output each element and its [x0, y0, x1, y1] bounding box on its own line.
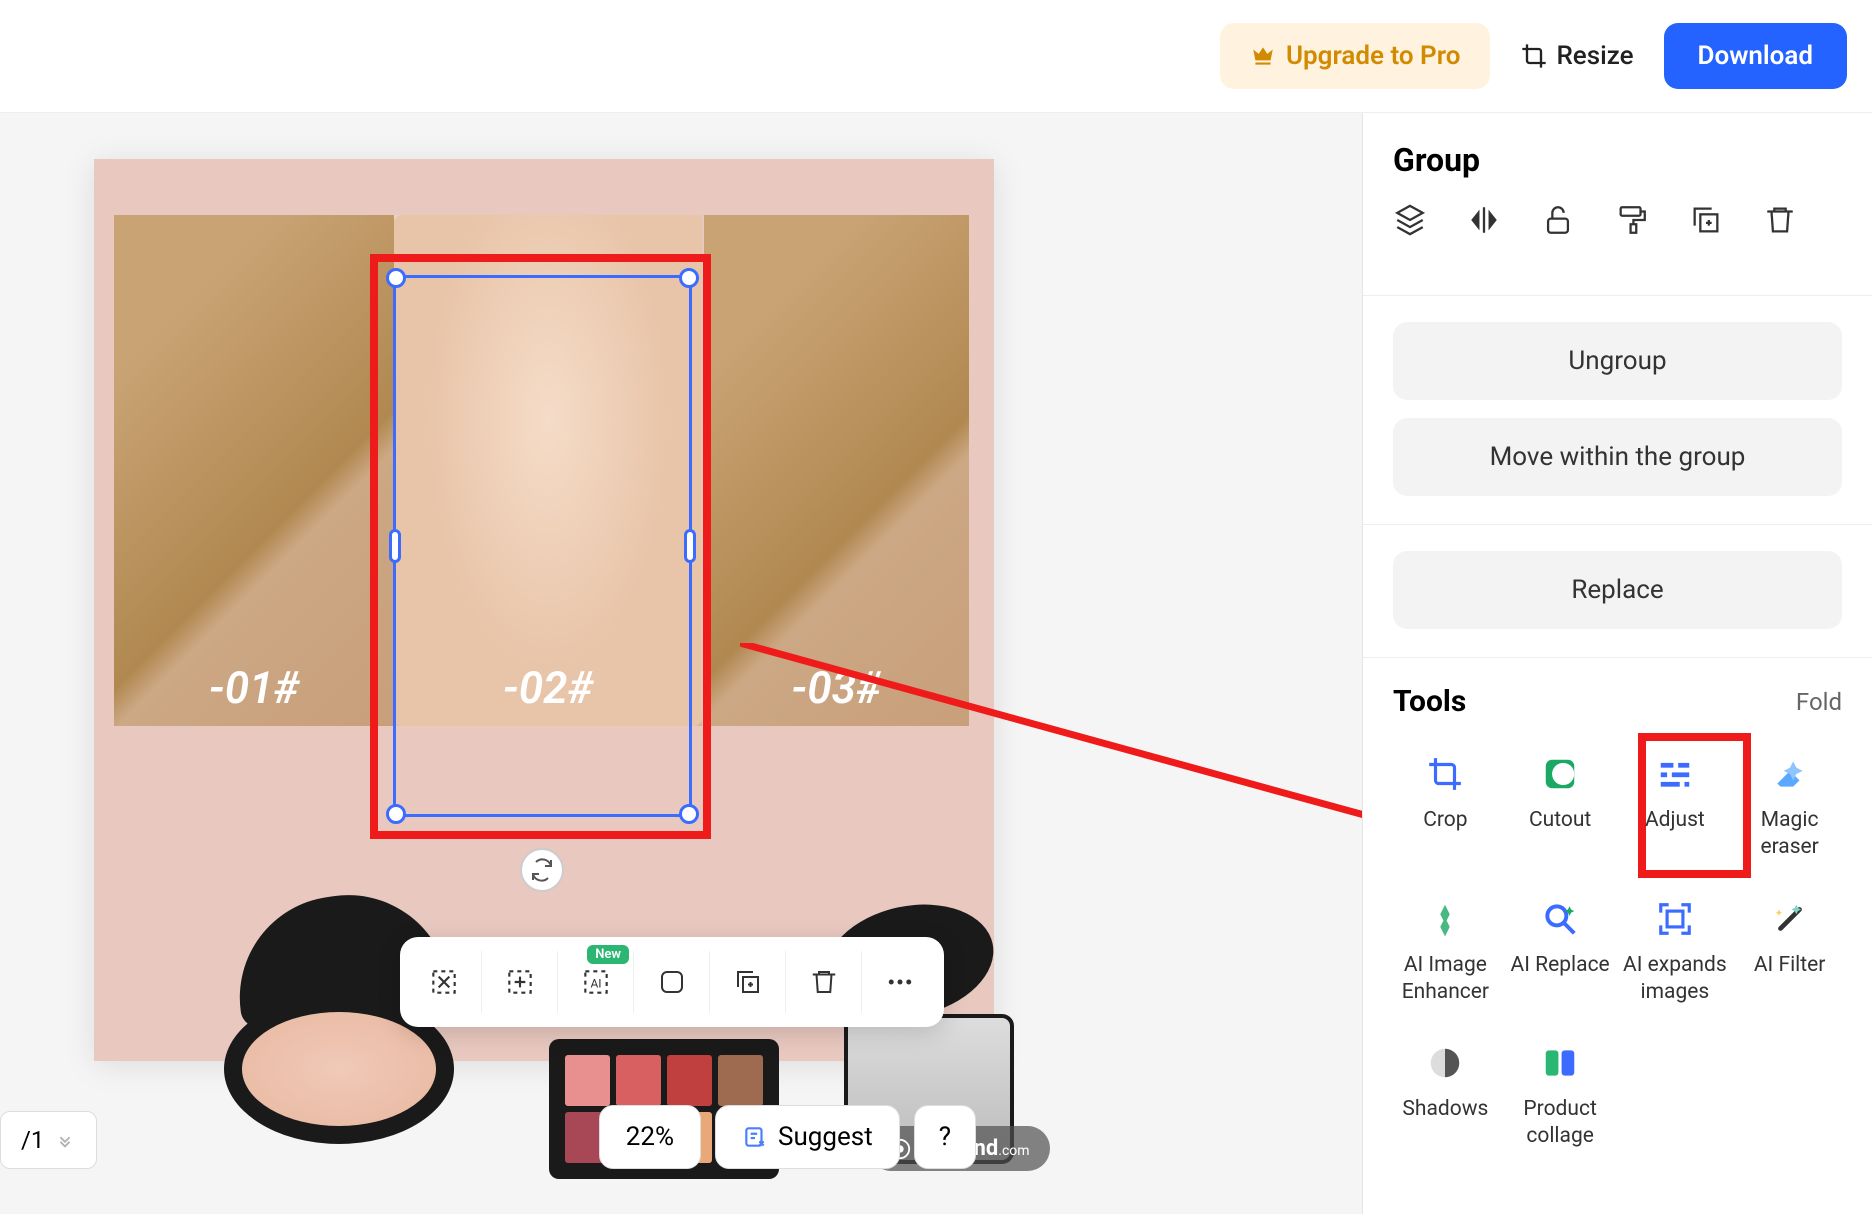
- tool-product-collage[interactable]: Product collage: [1508, 1034, 1613, 1159]
- smart-fit-icon: [504, 966, 536, 998]
- replace-button[interactable]: Replace: [1393, 551, 1842, 629]
- copy-icon: [1689, 203, 1723, 237]
- help-button[interactable]: ?: [914, 1105, 976, 1169]
- tool-label: AI Filter: [1754, 952, 1826, 979]
- copy-button[interactable]: [1689, 203, 1723, 237]
- tool-ai-replace[interactable]: AI Replace: [1508, 890, 1613, 1015]
- photo-label-1: -01#: [209, 662, 299, 714]
- tool-label: Adjust: [1645, 807, 1705, 834]
- border-radius-button[interactable]: [634, 951, 710, 1013]
- svg-text:AI: AI: [590, 976, 601, 990]
- flip-icon: [1467, 203, 1501, 237]
- suggest-button[interactable]: Suggest: [715, 1105, 900, 1169]
- tool-crop[interactable]: Crop: [1393, 745, 1498, 870]
- fold-toggle[interactable]: Fold: [1796, 688, 1842, 716]
- rotate-icon: [530, 858, 554, 882]
- tools-title: Tools: [1393, 684, 1466, 719]
- unlock-icon: [1541, 203, 1575, 237]
- more-icon: [885, 967, 915, 997]
- flip-button[interactable]: [1467, 203, 1501, 237]
- rotate-handle[interactable]: [520, 848, 564, 892]
- adjust-icon: [1654, 753, 1696, 795]
- side-panel: Group Ungroup Move within the group Repl…: [1362, 113, 1872, 1214]
- layers-icon: [1393, 203, 1427, 237]
- photo-label-3: -03#: [792, 662, 882, 714]
- floating-toolbar: New AI: [400, 937, 944, 1027]
- upgrade-button[interactable]: Upgrade to Pro: [1220, 23, 1490, 89]
- crown-icon: [1250, 43, 1276, 69]
- move-within-group-button[interactable]: Move within the group: [1393, 418, 1842, 496]
- shadows-icon: [1424, 1042, 1466, 1084]
- ai-icon: AI: [580, 966, 612, 998]
- canvas-area[interactable]: -01# -02# -03# insMind.com Ne: [0, 113, 1362, 1214]
- ungroup-button[interactable]: Ungroup: [1393, 322, 1842, 400]
- panel-title: Group: [1393, 141, 1842, 179]
- collage-photo-2[interactable]: -02#: [394, 215, 702, 726]
- photo-label-2: -02#: [503, 662, 593, 714]
- smart-fit-button[interactable]: [482, 951, 558, 1013]
- chevron-down-icon: [54, 1129, 76, 1151]
- tool-adjust[interactable]: Adjust: [1623, 745, 1728, 870]
- trash-icon: [1763, 203, 1797, 237]
- ai-filter-icon: [1769, 898, 1811, 940]
- lock-button[interactable]: [1541, 203, 1575, 237]
- download-button[interactable]: Download: [1664, 23, 1847, 89]
- resize-label: Resize: [1556, 41, 1633, 71]
- duplicate-icon: [733, 967, 763, 997]
- remove-bg-button[interactable]: [406, 951, 482, 1013]
- suggest-icon: [742, 1124, 768, 1150]
- tool-ai-enhancer[interactable]: AI Image Enhancer: [1393, 890, 1498, 1015]
- collage-photo-1[interactable]: -01#: [114, 215, 394, 726]
- tool-cutout[interactable]: Cutout: [1508, 745, 1613, 870]
- magic-eraser-icon: [1769, 753, 1811, 795]
- product-collage-icon: [1539, 1042, 1581, 1084]
- trash-icon: [809, 967, 839, 997]
- tool-label: AI expands images: [1623, 952, 1728, 1007]
- tool-ai-filter[interactable]: AI Filter: [1737, 890, 1842, 1015]
- topbar: Upgrade to Pro Resize Download: [0, 0, 1872, 113]
- tool-label: Crop: [1423, 807, 1467, 834]
- tool-ai-expand[interactable]: AI expands images: [1623, 890, 1728, 1015]
- zoom-indicator[interactable]: 22%: [599, 1105, 701, 1169]
- ai-enhancer-icon: [1424, 898, 1466, 940]
- remove-bg-icon: [428, 966, 460, 998]
- artboard[interactable]: -01# -02# -03# insMind.com: [94, 159, 994, 1061]
- upgrade-label: Upgrade to Pro: [1286, 41, 1460, 71]
- ai-expand-icon: [1654, 898, 1696, 940]
- paint-roller-icon: [1615, 203, 1649, 237]
- rounded-square-icon: [657, 967, 687, 997]
- layers-button[interactable]: [1393, 203, 1427, 237]
- duplicate-button[interactable]: [710, 951, 786, 1013]
- group-icon-row: [1393, 203, 1842, 265]
- cutout-icon: [1539, 753, 1581, 795]
- crop-icon: [1520, 42, 1548, 70]
- tools-grid: Crop Cutout Adjust Magic eraser AI Image Enh…: [1393, 745, 1842, 1159]
- tool-label: Magic eraser: [1737, 807, 1842, 862]
- tool-magic-eraser[interactable]: Magic eraser: [1737, 745, 1842, 870]
- ai-replace-icon: [1539, 898, 1581, 940]
- resize-button[interactable]: Resize: [1520, 41, 1633, 71]
- new-badge: New: [587, 945, 629, 964]
- ai-tools-button[interactable]: NewAI: [558, 951, 634, 1013]
- tool-label: AI Image Enhancer: [1393, 952, 1498, 1007]
- more-button[interactable]: [862, 951, 938, 1013]
- tool-label: AI Replace: [1511, 952, 1610, 979]
- delete-button[interactable]: [786, 951, 862, 1013]
- tool-label: Shadows: [1402, 1096, 1488, 1123]
- page-indicator[interactable]: /1: [0, 1111, 97, 1169]
- crop-icon: [1424, 753, 1466, 795]
- delete-panel-button[interactable]: [1763, 203, 1797, 237]
- tool-label: Product collage: [1508, 1096, 1613, 1151]
- style-button[interactable]: [1615, 203, 1649, 237]
- collage-photo-3[interactable]: -03#: [704, 215, 969, 726]
- tool-shadows[interactable]: Shadows: [1393, 1034, 1498, 1159]
- tool-label: Cutout: [1529, 807, 1591, 834]
